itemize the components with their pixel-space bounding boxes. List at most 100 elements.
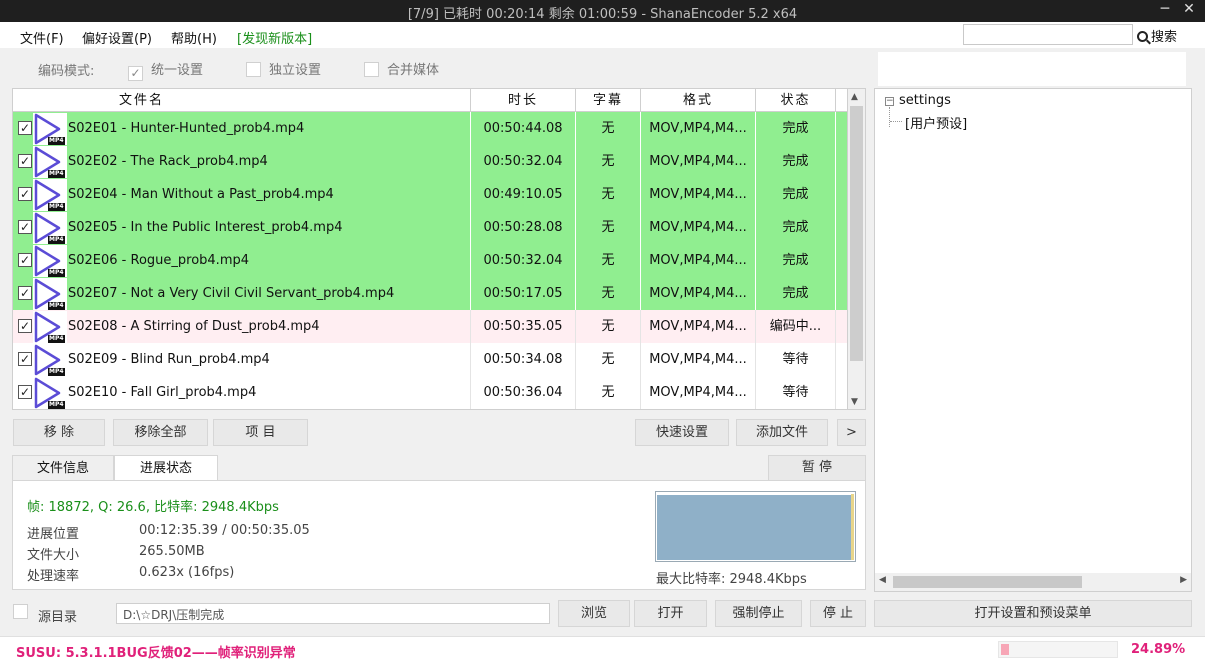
cell-duration: 00:50:32.04 <box>471 145 576 178</box>
search-button[interactable]: 搜索 <box>1137 26 1177 45</box>
scrollbar-thumb[interactable] <box>850 106 863 361</box>
info-tabs: 文件信息 进展状态 暂 停 <box>12 455 866 481</box>
row-checkbox[interactable]: ✓ <box>18 220 32 234</box>
table-row[interactable]: ✓ MP4 S02E08 - A Stirring of Dust_prob4.mp… <box>13 310 847 343</box>
file-list-scrollbar[interactable]: ▲ ▼ <box>848 88 866 410</box>
cell-subtitle: 无 <box>576 244 641 277</box>
row-checkbox[interactable]: ✓ <box>18 385 32 399</box>
row-checkbox[interactable]: ✓ <box>18 253 32 267</box>
stop-button[interactable]: 停 止 <box>810 600 866 627</box>
file-list-table[interactable]: 文件名 时长 字幕 格式 状态 ✓ MP4 S02E01 - Hunter-Hunt… <box>12 88 848 410</box>
new-version-link[interactable]: [发现新版本] <box>237 28 312 47</box>
row-checkbox[interactable]: ✓ <box>18 319 32 333</box>
tree-node-settings[interactable]: − settings <box>885 93 951 108</box>
unified-settings-label: 统一设置 <box>151 63 204 78</box>
speed-value: 0.623x (16fps) <box>139 565 235 580</box>
scroll-right-icon[interactable]: ▶ <box>1180 575 1187 585</box>
encode-stats: 帧: 18872, Q: 26.6, 比特率: 2948.4Kbps <box>27 500 279 515</box>
merge-media-checkbox[interactable] <box>364 62 379 77</box>
bitrate-graph-fill <box>657 495 851 560</box>
status-message: SUSU: 5.3.1.1BUG反馈02——帧率识别异常 <box>16 646 296 661</box>
tab-progress[interactable]: 进展状态 <box>114 455 218 481</box>
mp4-file-icon: MP4 <box>33 311 67 343</box>
remove-all-button[interactable]: 移除全部 <box>113 419 208 446</box>
row-checkbox[interactable]: ✓ <box>18 154 32 168</box>
table-row[interactable]: ✓ MP4 S02E10 - Fall Girl_prob4.mp4 00:50:36… <box>13 376 847 409</box>
force-stop-button[interactable]: 强制停止 <box>715 600 802 627</box>
window-title: [7/9] 已耗时 00:20:14 剩余 01:00:59 - ShanaEn… <box>407 7 798 22</box>
tree-connector <box>889 107 890 127</box>
output-path-input[interactable]: D:\☆DRJ\压制完成 <box>116 603 550 624</box>
title-bar: [7/9] 已耗时 00:20:14 剩余 01:00:59 - ShanaEn… <box>0 0 1205 22</box>
position-value: 00:12:35.39 / 00:50:35.05 <box>139 523 310 538</box>
open-button[interactable]: 打开 <box>634 600 707 627</box>
menu-preferences[interactable]: 偏好设置(P) <box>82 28 152 47</box>
cell-duration: 00:50:34.08 <box>471 343 576 376</box>
minimize-button[interactable]: ─ <box>1155 1 1175 17</box>
bitrate-graph <box>655 491 856 562</box>
tree-horizontal-scrollbar[interactable]: ◀ ▶ <box>875 573 1191 591</box>
cell-filename: S02E09 - Blind Run_prob4.mp4 <box>68 352 270 367</box>
row-checkbox[interactable]: ✓ <box>18 121 32 135</box>
more-button[interactable]: > <box>837 419 866 446</box>
settings-tree-panel[interactable]: − settings [用户预设] ◀ ▶ <box>874 88 1192 592</box>
cell-format: MOV,MP4,M4... <box>641 145 756 178</box>
remove-button[interactable]: 移 除 <box>13 419 105 446</box>
cell-status: 完成 <box>756 145 836 178</box>
tab-file-info[interactable]: 文件信息 <box>12 455 114 481</box>
table-row[interactable]: ✓ MP4 S02E02 - The Rack_prob4.mp4 00:50:32.… <box>13 145 847 178</box>
header-filename[interactable]: 文件名 <box>13 89 471 112</box>
cell-filename: S02E06 - Rogue_prob4.mp4 <box>68 253 250 268</box>
browse-button[interactable]: 浏览 <box>558 600 630 627</box>
quick-settings-button[interactable]: 快速设置 <box>635 419 729 446</box>
scroll-down-icon[interactable]: ▼ <box>851 397 858 407</box>
header-format[interactable]: 格式 <box>641 89 756 112</box>
cell-filename: S02E05 - In the Public Interest_prob4.mp… <box>68 220 343 235</box>
independent-settings-option[interactable]: 独立设置 <box>246 59 321 78</box>
open-settings-menu-button[interactable]: 打开设置和预设菜单 <box>874 600 1192 627</box>
table-row[interactable]: ✓ MP4 S02E01 - Hunter-Hunted_prob4.mp4 00:5… <box>13 112 847 145</box>
unified-settings-checkbox[interactable]: ✓ <box>128 66 143 81</box>
header-duration[interactable]: 时长 <box>471 89 576 112</box>
search-input[interactable] <box>963 24 1133 45</box>
search-button-label: 搜索 <box>1151 30 1178 45</box>
tree-connector-branch <box>890 121 902 122</box>
row-checkbox[interactable]: ✓ <box>18 187 32 201</box>
cell-subtitle: 无 <box>576 145 641 178</box>
tree-node-user-preset[interactable]: [用户预设] <box>905 113 967 132</box>
cell-status: 等待 <box>756 343 836 376</box>
menu-help[interactable]: 帮助(H) <box>171 28 217 47</box>
cell-filename: S02E02 - The Rack_prob4.mp4 <box>68 154 268 169</box>
merge-media-option[interactable]: 合并媒体 <box>364 59 439 78</box>
cell-status: 等待 <box>756 376 836 409</box>
cell-duration: 00:50:44.08 <box>471 112 576 145</box>
collapse-icon[interactable]: − <box>885 97 894 106</box>
mp4-file-icon: MP4 <box>33 212 67 244</box>
cell-status: 编码中... <box>756 310 836 343</box>
table-row[interactable]: ✓ MP4 S02E05 - In the Public Interest_prob… <box>13 211 847 244</box>
cell-duration: 00:50:36.04 <box>471 376 576 409</box>
cell-subtitle: 无 <box>576 277 641 310</box>
independent-settings-checkbox[interactable] <box>246 62 261 77</box>
tree-scrollbar-thumb[interactable] <box>893 576 1082 588</box>
cell-filename: S02E10 - Fall Girl_prob4.mp4 <box>68 385 257 400</box>
item-button[interactable]: 项 目 <box>213 419 308 446</box>
header-status[interactable]: 状态 <box>756 89 836 112</box>
table-row[interactable]: ✓ MP4 S02E09 - Blind Run_prob4.mp4 00:50:34… <box>13 343 847 376</box>
table-row[interactable]: ✓ MP4 S02E06 - Rogue_prob4.mp4 00:50:32.04 无… <box>13 244 847 277</box>
pause-button[interactable]: 暂 停 <box>768 455 866 481</box>
scroll-left-icon[interactable]: ◀ <box>879 575 886 585</box>
row-checkbox[interactable]: ✓ <box>18 352 32 366</box>
source-dir-checkbox[interactable] <box>13 604 28 619</box>
scroll-up-icon[interactable]: ▲ <box>851 92 858 102</box>
add-file-button[interactable]: 添加文件 <box>736 419 828 446</box>
table-row[interactable]: ✓ MP4 S02E04 - Man Without a Past_prob4.mp… <box>13 178 847 211</box>
close-button[interactable]: ✕ <box>1179 1 1199 17</box>
table-row[interactable]: ✓ MP4 S02E07 - Not a Very Civil Civil Serv… <box>13 277 847 310</box>
cell-duration: 00:50:35.05 <box>471 310 576 343</box>
unified-settings-option[interactable]: ✓ 统一设置 <box>128 59 203 81</box>
cell-status: 完成 <box>756 244 836 277</box>
row-checkbox[interactable]: ✓ <box>18 286 32 300</box>
header-subtitle[interactable]: 字幕 <box>576 89 641 112</box>
menu-file[interactable]: 文件(F) <box>20 28 64 47</box>
